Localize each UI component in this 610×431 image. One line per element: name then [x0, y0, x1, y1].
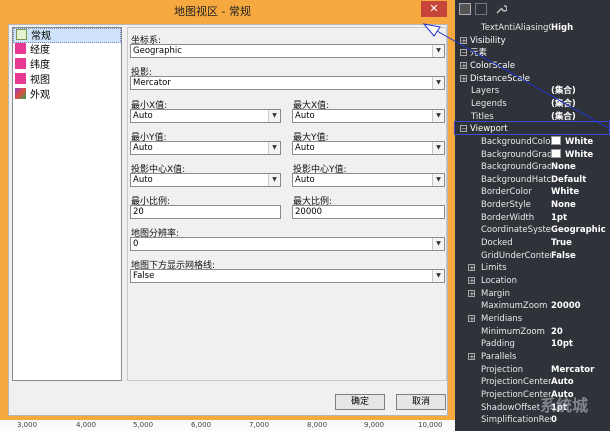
annotation-arrow [422, 23, 610, 130]
watermark: 系统城 [540, 396, 589, 415]
arrowhead-icon [422, 23, 441, 37]
annotation-arrow-line [436, 30, 610, 130]
